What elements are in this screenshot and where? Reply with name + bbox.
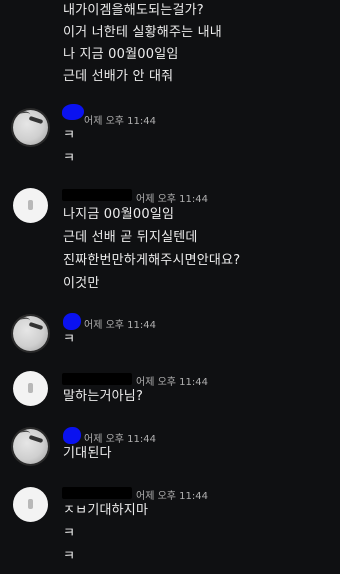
message-line: 진짜한번만하게해주시면안대요?	[63, 253, 241, 268]
redacted-username	[62, 104, 84, 120]
message-line: 말하는거아님?	[63, 389, 144, 404]
user-avatar[interactable]	[13, 371, 48, 406]
message-line: 이것만	[63, 276, 100, 291]
message-line: ㅋ	[63, 128, 76, 143]
user-avatar[interactable]	[13, 188, 48, 223]
redacted-username	[63, 427, 81, 444]
message-line: ㅋ	[63, 332, 76, 347]
timestamp: 어제 오후 11:44	[136, 194, 208, 205]
user-avatar[interactable]	[13, 487, 48, 522]
message-line: 나지금 00월00일임	[63, 207, 175, 222]
message-line: 근데 선배가 안 대줘	[63, 69, 174, 84]
timestamp: 어제 오후 11:44	[84, 320, 156, 331]
user-avatar[interactable]	[13, 316, 48, 351]
redacted-username	[62, 373, 132, 385]
avatar-figure-icon	[28, 200, 33, 210]
redacted-username	[62, 487, 132, 499]
user-avatar[interactable]	[13, 110, 48, 145]
avatar-figure-icon	[28, 383, 33, 393]
message-line: 내가이겜을해도되는걸가?	[63, 3, 204, 18]
message-line: ㅈㅂ기대하지마	[63, 503, 149, 518]
redacted-username	[62, 189, 132, 201]
message-line: 나 지금 00월00일임	[63, 47, 179, 62]
message-line: ㅋ	[63, 549, 76, 564]
timestamp: 어제 오후 11:44	[84, 116, 156, 127]
user-avatar[interactable]	[13, 429, 48, 464]
message-line: 근데 선배 곧 뒤지실텐데	[63, 230, 198, 245]
message-line: ㅋ	[63, 526, 76, 541]
avatar-figure-icon	[28, 499, 33, 509]
redacted-username	[63, 313, 81, 330]
timestamp: 어제 오후 11:44	[136, 377, 208, 388]
message-line: 이거 너한테 실황해주는 내내	[63, 25, 222, 40]
message-line: ㅋ	[63, 151, 76, 166]
message-line: 기대된다	[63, 446, 112, 461]
